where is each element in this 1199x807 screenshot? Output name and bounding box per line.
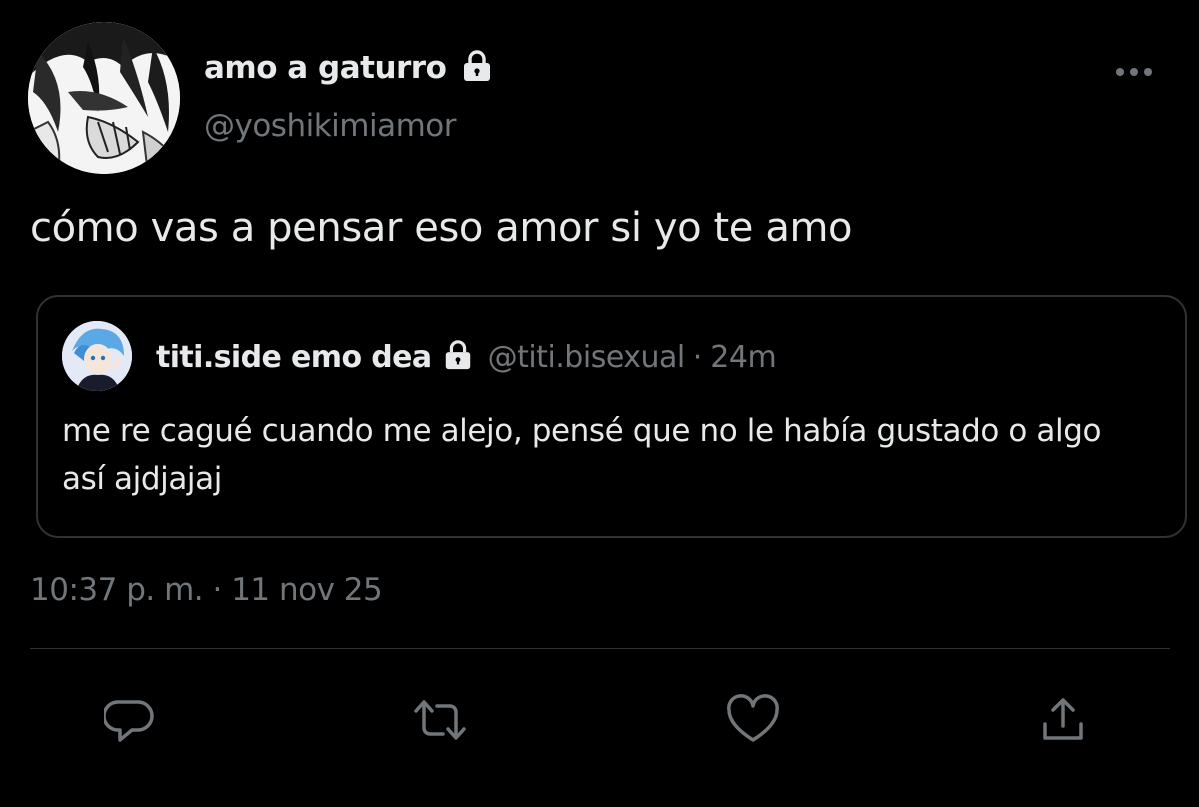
quote-time[interactable]: 24m — [710, 340, 776, 375]
reply-icon — [104, 700, 154, 742]
quote-text: me re cagué cuando me alejo, pensé que n… — [62, 413, 1102, 497]
author-display-name[interactable]: amo a gaturro — [204, 50, 447, 86]
retweet-icon — [414, 700, 466, 740]
divider — [30, 648, 1170, 649]
avatar-image — [28, 22, 180, 174]
tweet-text: cómo vas a pensar eso amor si yo te amo — [30, 205, 853, 251]
quoted-tweet-card[interactable]: titi.side emo dea @titi.bisexual · 24m m… — [36, 295, 1187, 538]
lock-icon — [460, 49, 494, 87]
author-name-row[interactable]: amo a gaturro — [204, 44, 494, 92]
quote-handle[interactable]: @titi.bisexual — [488, 340, 686, 375]
author-handle[interactable]: @yoshikimiamor — [204, 108, 457, 144]
quote-display-name[interactable]: titi.side emo dea — [156, 340, 432, 375]
like-button[interactable] — [723, 690, 783, 750]
lock-icon — [442, 339, 474, 375]
reply-button[interactable] — [100, 690, 160, 750]
share-icon — [1043, 698, 1083, 740]
quote-avatar-image — [62, 321, 132, 391]
more-icon[interactable] — [1110, 58, 1162, 86]
heart-icon — [727, 694, 779, 742]
separator-dot: · — [692, 339, 703, 375]
retweet-button[interactable] — [410, 690, 470, 750]
author-avatar[interactable] — [28, 22, 180, 174]
quote-header: titi.side emo dea @titi.bisexual · 24m — [156, 335, 777, 379]
quote-avatar[interactable] — [62, 321, 132, 391]
tweet-timestamp[interactable]: 10:37 p. m. · 11 nov 25 — [30, 572, 383, 608]
share-button[interactable] — [1033, 690, 1093, 750]
